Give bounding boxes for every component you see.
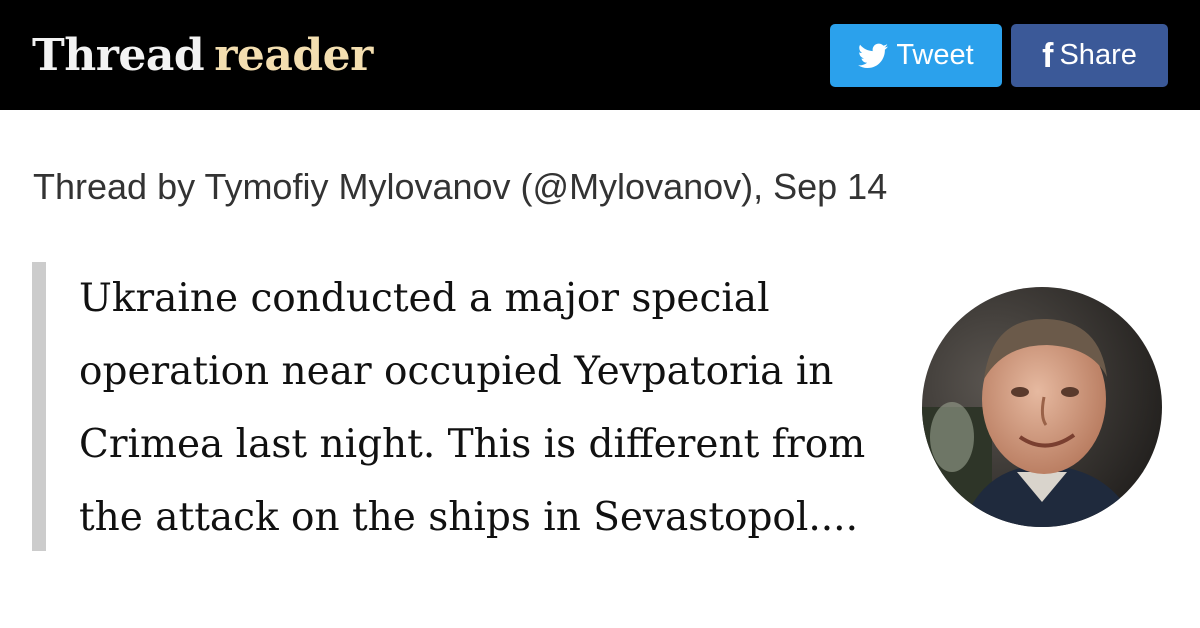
facebook-share-button[interactable]: f Share: [1011, 24, 1168, 87]
excerpt-line: Crimea last night. This is different fro…: [79, 422, 866, 467]
excerpt-line: operation near occupied Yevpatoria in: [79, 349, 834, 394]
header-bar: Thread reader Tweet f Share: [0, 0, 1200, 110]
excerpt-line: Ukraine conducted a major special: [79, 276, 770, 321]
author-photo: [922, 287, 1162, 527]
share-button-label: Share: [1059, 39, 1137, 71]
facebook-f-icon: f: [1042, 36, 1054, 75]
threadreader-logo[interactable]: Thread reader: [32, 30, 373, 82]
excerpt-line: the attack on the ships in Sevastopol...…: [79, 495, 858, 540]
logo-thread-text: Thread: [32, 30, 205, 81]
tweet-button-label: Tweet: [896, 39, 974, 71]
blockquote-bar: [32, 262, 46, 551]
tweet-button[interactable]: Tweet: [830, 24, 1002, 87]
thread-byline: Thread by Tymofiy Mylovanov (@Mylovanov)…: [33, 166, 888, 207]
thread-excerpt: Ukraine conducted a major special operat…: [79, 262, 909, 554]
author-avatar: [922, 287, 1162, 527]
twitter-bird-icon: [858, 43, 889, 69]
logo-reader-text: reader: [214, 30, 373, 81]
